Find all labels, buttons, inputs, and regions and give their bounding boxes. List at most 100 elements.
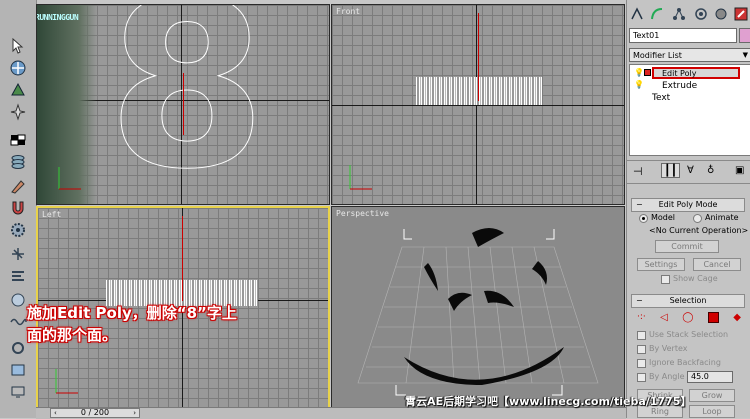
- current-operation-text: <No Current Operation>: [649, 226, 749, 235]
- element-icon[interactable]: ◆: [733, 312, 741, 323]
- display-tool-icon[interactable]: [8, 382, 28, 401]
- utilities-tab-icon[interactable]: [733, 5, 749, 22]
- annotation-line: 施加Edit Poly，删除“8”字上: [27, 304, 237, 322]
- chevron-right-icon: ›: [133, 409, 136, 417]
- hierarchy-tab-icon[interactable]: [671, 5, 687, 22]
- subobject-toolbar: ·:· ◁ ◯ ◆: [637, 310, 741, 324]
- move-tool-icon[interactable]: [8, 58, 28, 77]
- commit-button[interactable]: Commit: [655, 240, 719, 253]
- show-end-result-icon[interactable]: ┃┃: [661, 163, 681, 178]
- expand-plus-icon[interactable]: [644, 69, 651, 76]
- scale-tool-icon[interactable]: [8, 102, 28, 121]
- configure-sets-icon[interactable]: ▣: [735, 165, 744, 176]
- selection-rollout[interactable]: − Selection: [631, 294, 745, 308]
- stack-item-extrude[interactable]: Extrude: [662, 81, 697, 91]
- viewport-front[interactable]: Front: [331, 4, 625, 205]
- show-cage-label: Show Cage: [673, 274, 718, 283]
- rollout-title: Edit Poly Mode: [658, 200, 718, 209]
- chevron-down-icon: ▼: [742, 51, 748, 59]
- by-vertex-label: By Vertex: [649, 344, 688, 353]
- collapse-icon: −: [636, 296, 643, 305]
- border-icon[interactable]: ◯: [682, 312, 693, 323]
- model-label: Model: [651, 213, 676, 222]
- ignore-backfacing-checkbox[interactable]: [637, 359, 646, 368]
- axis-line: [332, 105, 624, 106]
- wave-tool-icon[interactable]: [8, 312, 28, 331]
- modify-tab-icon[interactable]: [649, 5, 665, 22]
- perspective-scene: [357, 228, 599, 396]
- motion-tool-icon[interactable]: [8, 290, 28, 309]
- polygon-icon[interactable]: [707, 311, 719, 323]
- stack-toolbar: ⊣ ┃┃ ∀ ♁ ▣: [627, 160, 750, 184]
- viewport-label: Front: [336, 7, 361, 16]
- annotation-line: 面的那个面。: [27, 326, 118, 344]
- use-stack-checkbox[interactable]: [637, 331, 646, 340]
- render-tool-icon[interactable]: [8, 360, 28, 379]
- cancel-button[interactable]: Cancel: [693, 258, 741, 271]
- stack-item-label: Edit Poly: [662, 69, 697, 78]
- layers-tool-icon[interactable]: [8, 152, 28, 171]
- viewport-label: Left: [42, 210, 62, 219]
- pin-tool-icon[interactable]: [8, 244, 28, 263]
- shape-piece: [448, 292, 472, 311]
- stack-item-text[interactable]: Text: [652, 93, 670, 103]
- make-unique-icon[interactable]: ∀: [687, 165, 694, 176]
- chevron-left-icon: ‹: [54, 409, 57, 417]
- tutorial-annotation: 施加Edit Poly，删除“8”字上 面的那个面。: [27, 302, 237, 346]
- modifier-list-label: Modifier List: [633, 51, 682, 60]
- rollout-title: Selection: [669, 296, 707, 305]
- remove-modifier-icon[interactable]: ♁: [707, 165, 714, 176]
- model-radio[interactable]: [639, 214, 648, 223]
- text-shape-8: 8: [106, 4, 268, 205]
- vertex-icon[interactable]: ·:·: [637, 312, 646, 322]
- shape-piece: [484, 290, 514, 307]
- gizmo-y-axis: [183, 73, 184, 135]
- lightbulb-icon[interactable]: 💡: [634, 80, 644, 89]
- time-slider[interactable]: ‹ 0 / 200 ›: [50, 408, 140, 418]
- shape-piece: [532, 261, 547, 285]
- hierarchy-tool-icon[interactable]: [8, 266, 28, 285]
- object-name-input[interactable]: Text01: [629, 28, 737, 43]
- object-color-swatch[interactable]: [739, 28, 750, 43]
- create-tab-icon[interactable]: [629, 5, 645, 22]
- collapse-icon: −: [636, 200, 643, 209]
- angle-value-input[interactable]: 45.0: [687, 371, 733, 383]
- gear-icon[interactable]: [8, 220, 28, 239]
- loop-tool-icon[interactable]: [8, 338, 28, 357]
- modifier-stack: 💡 Edit Poly 💡 Extrude Text: [629, 64, 750, 156]
- axis-tripod-icon: [55, 369, 78, 394]
- rotate-tool-icon[interactable]: [8, 80, 28, 99]
- motion-tab-icon[interactable]: [693, 5, 709, 22]
- settings-button[interactable]: Settings: [637, 258, 685, 271]
- shape-base: [404, 347, 564, 385]
- logo-text: RUNNINGGUN: [36, 13, 79, 22]
- select-tool-icon[interactable]: [8, 36, 28, 55]
- lightbulb-icon[interactable]: 💡: [634, 68, 644, 77]
- left-toolbar: [0, 0, 37, 418]
- shape-piece: [472, 228, 504, 247]
- use-stack-label: Use Stack Selection: [649, 330, 729, 339]
- by-vertex-checkbox[interactable]: [637, 345, 646, 354]
- link-tool-icon[interactable]: [8, 130, 28, 149]
- magnet-tool-icon[interactable]: [8, 198, 28, 217]
- paint-tool-icon[interactable]: [8, 176, 28, 195]
- pin-stack-icon[interactable]: ⊣: [633, 165, 643, 178]
- viewport-top[interactable]: RUNNINGGUN 8: [36, 4, 330, 205]
- by-angle-label: By Angle: [649, 372, 685, 381]
- loop-button[interactable]: Loop: [689, 405, 735, 418]
- display-tab-icon[interactable]: [713, 5, 729, 22]
- by-angle-checkbox[interactable]: [637, 373, 646, 382]
- stack-item-edit-poly[interactable]: Edit Poly: [652, 67, 740, 79]
- ignore-backfacing-label: Ignore Backfacing: [649, 358, 721, 367]
- modifier-list-dropdown[interactable]: Modifier List ▼: [629, 48, 750, 62]
- axis-tripod-icon: [58, 167, 81, 190]
- grow-button[interactable]: Grow: [689, 389, 735, 402]
- show-cage-checkbox[interactable]: [661, 275, 670, 284]
- viewport-perspective[interactable]: Perspective: [331, 206, 625, 408]
- animate-radio[interactable]: [693, 214, 702, 223]
- extruded-text-front: [416, 77, 542, 105]
- edit-poly-mode-rollout[interactable]: − Edit Poly Mode: [631, 198, 745, 212]
- gizmo-y-axis: [182, 216, 183, 301]
- watermark-text: 霄云AE后期学习吧【www.linecg.com/tieba/1775】: [405, 395, 692, 408]
- edge-icon[interactable]: ◁: [660, 312, 668, 323]
